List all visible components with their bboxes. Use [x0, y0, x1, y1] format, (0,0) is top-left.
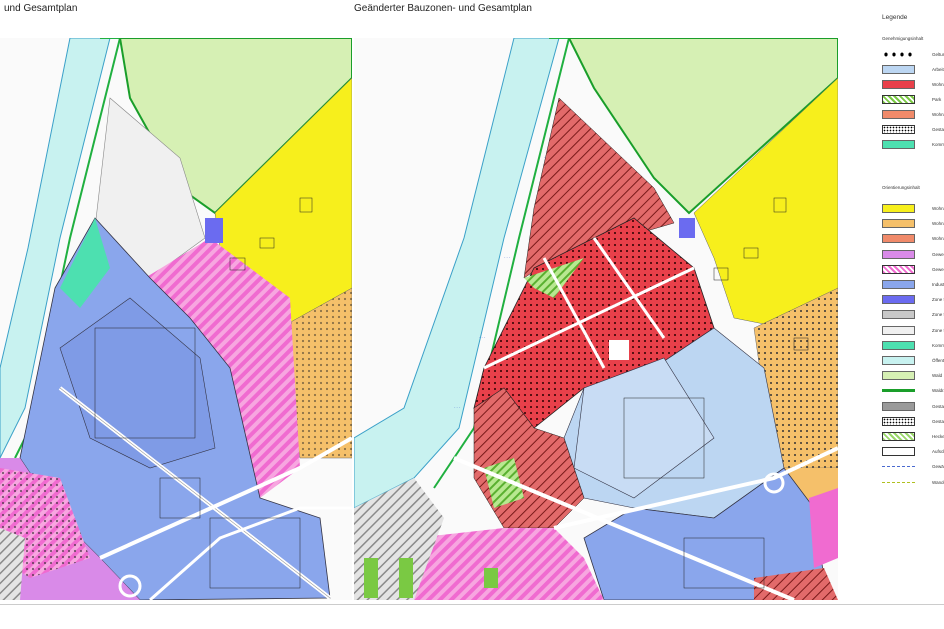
- legend-item: Hecken: [882, 432, 944, 442]
- legend-item: Gewerb: [882, 264, 944, 275]
- legend-swatch: [882, 310, 915, 320]
- left-map-title: und Gesamtplan: [4, 3, 78, 14]
- legend-swatch: [882, 80, 915, 89]
- legend-swatch: [882, 325, 915, 335]
- legend-label: Zone fü: [932, 327, 944, 333]
- legend-label: Arbeits: [932, 67, 944, 72]
- legend-swatch: [882, 481, 915, 483]
- legend-swatch: [882, 65, 915, 74]
- legend-label: Gestalt: [932, 127, 944, 132]
- legend-swatch: [882, 466, 915, 468]
- current-zoning-map[interactable]: [0, 38, 352, 600]
- legend-label: Gewerb: [932, 266, 944, 272]
- legend-item: Arbeits: [882, 65, 944, 75]
- legend-item: Gewäss: [882, 462, 944, 472]
- legend-swatch: [882, 389, 915, 393]
- legend-item: Wander: [882, 478, 944, 488]
- legend-item: Gestalt: [882, 125, 944, 135]
- legend-label: Kommu: [932, 342, 944, 348]
- legend-label: Hecken: [932, 434, 944, 439]
- legend-swatch: [882, 264, 915, 274]
- legend-item: Zone fü: [882, 325, 944, 336]
- legend-swatch: [882, 95, 915, 104]
- legend-item: Wohnz: [882, 234, 944, 244]
- legend-section-orientation: Orientierungsinhalt: [882, 185, 920, 190]
- legend-item: Gestalt: [882, 401, 944, 412]
- legend-label: Industri: [932, 282, 944, 287]
- legend-swatch: [882, 249, 915, 259]
- legend-swatch: [882, 447, 915, 457]
- legend-label: Zone fü: [932, 297, 944, 303]
- legend-label: Wander: [932, 479, 944, 485]
- legend-item: Gestalt: [882, 416, 944, 427]
- legend-section-approval: Genehmigungsinhalt: [882, 36, 924, 41]
- legend-swatch: [882, 204, 915, 213]
- legend-item: Industri: [882, 280, 944, 290]
- legend-swatch: [882, 234, 915, 244]
- legend-item: Wohnzo: [882, 110, 944, 120]
- legend-swatch: [882, 219, 915, 229]
- legend-swatch: [882, 340, 915, 350]
- map-legend: Legende Genehmigungsinhalt Geltung Arbeit…: [878, 12, 944, 612]
- legend-label: Wohnz: [932, 221, 944, 227]
- legend-item: Wohnz: [882, 204, 944, 214]
- svg-text:- - -: - - -: [504, 254, 511, 259]
- legend-item: Zone fü: [882, 295, 944, 305]
- legend-swatch: [882, 50, 915, 59]
- legend-swatch: [882, 140, 915, 149]
- legend-label: Wohnzo: [932, 112, 944, 117]
- legend-item: Öffentl: [882, 356, 944, 366]
- legend-label: Wohnz: [932, 206, 944, 211]
- legend-item: Geltung: [882, 50, 944, 60]
- legend-swatch: [882, 110, 915, 119]
- legend-label: Geltung: [932, 52, 944, 57]
- legend-swatch: [882, 416, 915, 426]
- legend-label: Gestalt: [932, 403, 944, 409]
- legend-swatch: [882, 280, 915, 289]
- legend-swatch: [882, 295, 915, 305]
- legend-swatch: [882, 125, 915, 134]
- legend-swatch: [882, 401, 915, 411]
- legend-title: Legende: [882, 14, 908, 21]
- legend-item: Kommu: [882, 340, 944, 351]
- legend-swatch: [882, 356, 915, 365]
- legend-item: Park: [882, 95, 944, 105]
- legend-label: Park: [932, 97, 942, 102]
- legend-swatch: [882, 432, 915, 441]
- svg-text:- - -: - - -: [454, 404, 461, 409]
- legend-label: Zone fü: [932, 312, 944, 318]
- legend-label: Gewerb: [932, 251, 944, 257]
- legend-item: Aufschu: [882, 447, 944, 457]
- legend-item: Wohnz: [882, 219, 944, 229]
- legend-item: Waldra: [882, 386, 944, 396]
- amended-zoning-map[interactable]: - - -- - -- - -- - -: [354, 38, 838, 600]
- svg-text:- - -: - - -: [479, 334, 486, 339]
- legend-label: Kommu: [932, 142, 944, 147]
- legend-label: Waldra: [932, 388, 944, 394]
- legend-label: Wohnz: [932, 82, 944, 87]
- legend-label: Öffentl: [932, 358, 944, 363]
- legend-swatch: [882, 371, 915, 381]
- legend-label: Gewäss: [932, 464, 944, 470]
- right-map-title: Geänderter Bauzonen- und Gesamtplan: [354, 3, 532, 14]
- legend-label: Wald: [932, 373, 943, 379]
- legend-item: Gewerb: [882, 249, 944, 260]
- page-bottom-rule: [0, 604, 944, 605]
- legend-label: Gestalt: [932, 418, 944, 424]
- legend-item: Wohnz: [882, 80, 944, 90]
- legend-label: Aufschu: [932, 449, 944, 455]
- legend-item: Wald: [882, 371, 944, 381]
- legend-item: Zone fü: [882, 310, 944, 320]
- legend-item: Kommu: [882, 140, 944, 150]
- legend-label: Wohnz: [932, 236, 944, 242]
